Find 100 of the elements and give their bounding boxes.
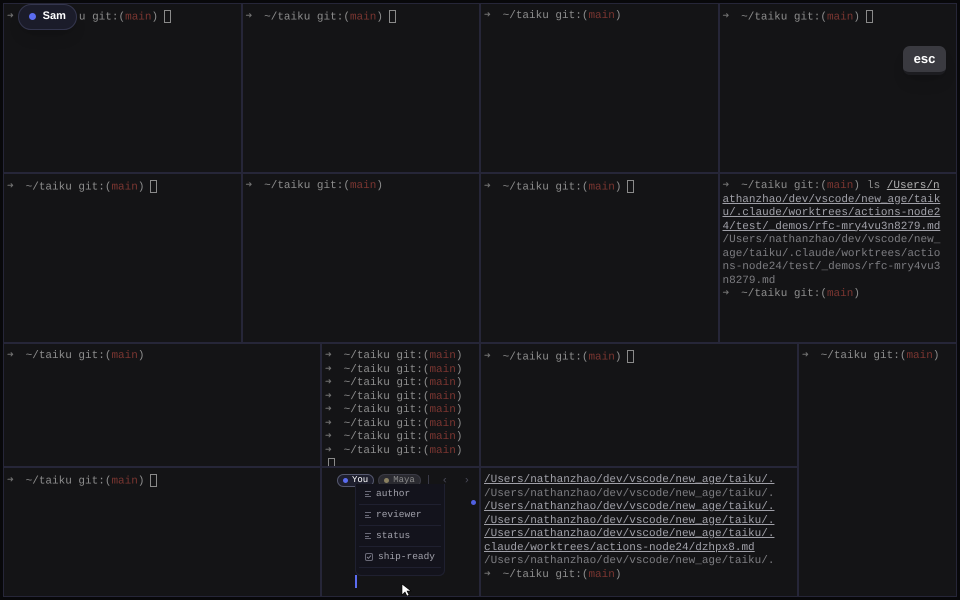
terminal-pane[interactable]: ➜ ~/taiku git:(main) (480, 343, 798, 467)
prompt-paren: ) (853, 288, 860, 300)
output-line: age/taiku/.claude/worktrees/actio (722, 248, 940, 261)
git-branch: main (588, 181, 615, 194)
prompt-path: ~/taiku git:( (820, 350, 906, 362)
terminal-pane[interactable]: ➜ ~/taiku git:(main) (242, 3, 480, 173)
terminal-pane[interactable]: ➜ ~/taiku git:(main) (3, 173, 242, 343)
prompt-path: ~/taiku git:( (741, 11, 827, 24)
terminal-pane[interactable]: You Maya ‹ › author reviewer status ship-ready (321, 467, 480, 597)
git-branch: main (429, 364, 456, 376)
prompt-arrow: ➜ (7, 11, 14, 24)
menu-item[interactable]: author (359, 484, 441, 505)
prompt-paren: ) (456, 404, 462, 416)
prompt-paren: ) (376, 180, 383, 192)
prompt-arrow: ➜ (7, 181, 14, 194)
prompt-paren: ) (456, 377, 462, 389)
lines-icon (365, 533, 371, 539)
file-link[interactable]: /Users/nathanzhao/dev/vscode/new_age/taiku/. (484, 528, 774, 542)
git-branch: main (826, 288, 854, 300)
prompt-path: ~/taiku git:( (502, 568, 588, 580)
git-branch: main (429, 431, 456, 443)
prompt-paren: ) (853, 11, 860, 24)
git-branch: main (111, 181, 138, 194)
git-branch: main (125, 11, 152, 24)
prompt-path: ~/taiku git:( (26, 350, 112, 362)
file-link[interactable]: /Users/nathanzhao/dev/vscode/new_age/taiku/. (484, 501, 774, 514)
terminal-pane[interactable]: ➜ Sam u git:(main) (3, 3, 242, 173)
git-branch: main (588, 568, 615, 580)
file-link[interactable]: /Users/n (886, 180, 940, 192)
prompt-path: ~/taiku git:( (344, 364, 430, 376)
prompt-arrow: ➜ (7, 475, 14, 488)
prompt-arrow: ➜ (484, 10, 491, 22)
text-caret (355, 575, 356, 588)
prompt-path: ~/taiku git:( (344, 350, 430, 362)
prompt-path: u git:( (78, 11, 126, 24)
git-branch: main (826, 180, 854, 192)
prompt-arrow: ➜ (484, 351, 491, 364)
file-link[interactable]: /Users/nathanzhao/dev/vscode/new_age/taiku/. (484, 474, 774, 488)
git-branch: main (350, 180, 376, 192)
file-link[interactable]: u/.claude/worktrees/actions-node2 (722, 207, 940, 220)
git-branch: main (429, 418, 456, 430)
prompt-paren: ) (614, 181, 622, 194)
prompt-path: ~/taiku git:( (344, 431, 430, 443)
prompt-paren: ) (932, 350, 940, 362)
prompt-path: ~/taiku git:( (344, 390, 430, 402)
output-line: /Users/nathanzhao/dev/vscode/new_age/taiku/. (484, 488, 774, 501)
terminal-pane[interactable]: ➜ ~/taiku git:(main) (480, 173, 718, 343)
terminal-pane[interactable]: ➜ ~/taiku git:(main) (242, 173, 480, 343)
file-link[interactable]: 4/test/_demos/rfc-mry4vu3n8279.md (722, 220, 940, 234)
git-branch: main (429, 350, 456, 362)
git-branch: main (111, 475, 138, 488)
git-branch: main (429, 377, 456, 389)
prompt-path: ~/taiku git:( (344, 377, 430, 389)
file-link[interactable]: claude/worktrees/actions-node24/dzhpx8.md (484, 542, 755, 555)
git-branch: main (111, 350, 138, 362)
file-link[interactable]: athanzhao/dev/vscode/new_age/taik (722, 194, 940, 207)
terminal-pane[interactable]: ➜ ~/taiku git:(main) (3, 343, 321, 467)
prompt-arrow: ➜ (484, 181, 491, 194)
prompt-paren: ) (614, 568, 622, 580)
terminal-pane[interactable] (718, 173, 957, 343)
prompt-arrow: ➜ (802, 350, 809, 362)
prompt-arrow: ➜ (484, 568, 491, 580)
prompt-arrow: ➜ (325, 350, 332, 362)
output-line: /Users/nathanzhao/dev/vscode/new_age/taiku/. (484, 555, 774, 568)
terminal-pane[interactable]: ➜ ~/taiku git:(main) ➜ ~/taiku git:(main) ➜ ~/taiku git:(main) ➜ ~/taiku git:(main) ➜ ~/taiku git:(main) ➜ ~/taiku git:(main) ➜ ~/taiku git:(main) ➜ ~/taiku git:(main) (321, 343, 480, 467)
prompt-path: ~/taiku git:( (502, 10, 588, 22)
menu-item[interactable]: reviewer (359, 505, 441, 526)
prompt-paren: ) (614, 10, 622, 22)
checkbox[interactable] (365, 553, 373, 561)
file-link[interactable]: /Users/nathanzhao/dev/vscode/new_age/taiku/. (484, 514, 774, 528)
prompt-paren: ) (456, 364, 462, 376)
prompt-paren: ) (376, 11, 383, 24)
output-line: /Users/nathanzhao/dev/vscode/new_ (722, 234, 940, 248)
output-line: ns-node24/test/_demos/rfc-mry4vu3 (722, 261, 940, 274)
lines-icon (365, 491, 371, 497)
prompt-path: ~/taiku git:( (344, 418, 430, 430)
prompt-paren: ) (614, 351, 622, 364)
terminal-pane[interactable]: ➜ ~/taiku git:(main) (480, 3, 718, 173)
menu-item[interactable]: status (359, 526, 441, 547)
esc-key[interactable]: esc (903, 46, 946, 75)
terminal-pane[interactable] (480, 467, 798, 597)
prompt-path: ~/taiku git:( (344, 444, 430, 456)
prompt-path: ~/taiku git:( (264, 11, 350, 24)
user-badge[interactable]: Sam (18, 4, 77, 30)
git-branch: main (429, 444, 456, 456)
prompt-path: ~/taiku git:( (264, 180, 350, 192)
menu-item[interactable]: ship-ready (359, 547, 441, 568)
prompt-paren: ) (138, 475, 144, 488)
git-branch: main (588, 351, 615, 364)
prompt-paren: ) (456, 390, 462, 402)
prompt-path: ~/taiku git:( (741, 180, 827, 192)
prompt-path: ~/taiku git:( (26, 181, 112, 194)
terminal-pane[interactable]: ➜ ~/taiku git:(main) (798, 343, 957, 597)
git-branch: main (588, 10, 615, 22)
terminal-pane[interactable]: ➜ ~/taiku git:(main) (3, 467, 321, 597)
prompt-paren: ) (138, 181, 144, 194)
prompt-arrow: ➜ (722, 288, 730, 300)
prompt-paren: ) (456, 350, 462, 362)
prompt-paren: ) (152, 11, 158, 24)
git-branch: main (826, 11, 854, 24)
